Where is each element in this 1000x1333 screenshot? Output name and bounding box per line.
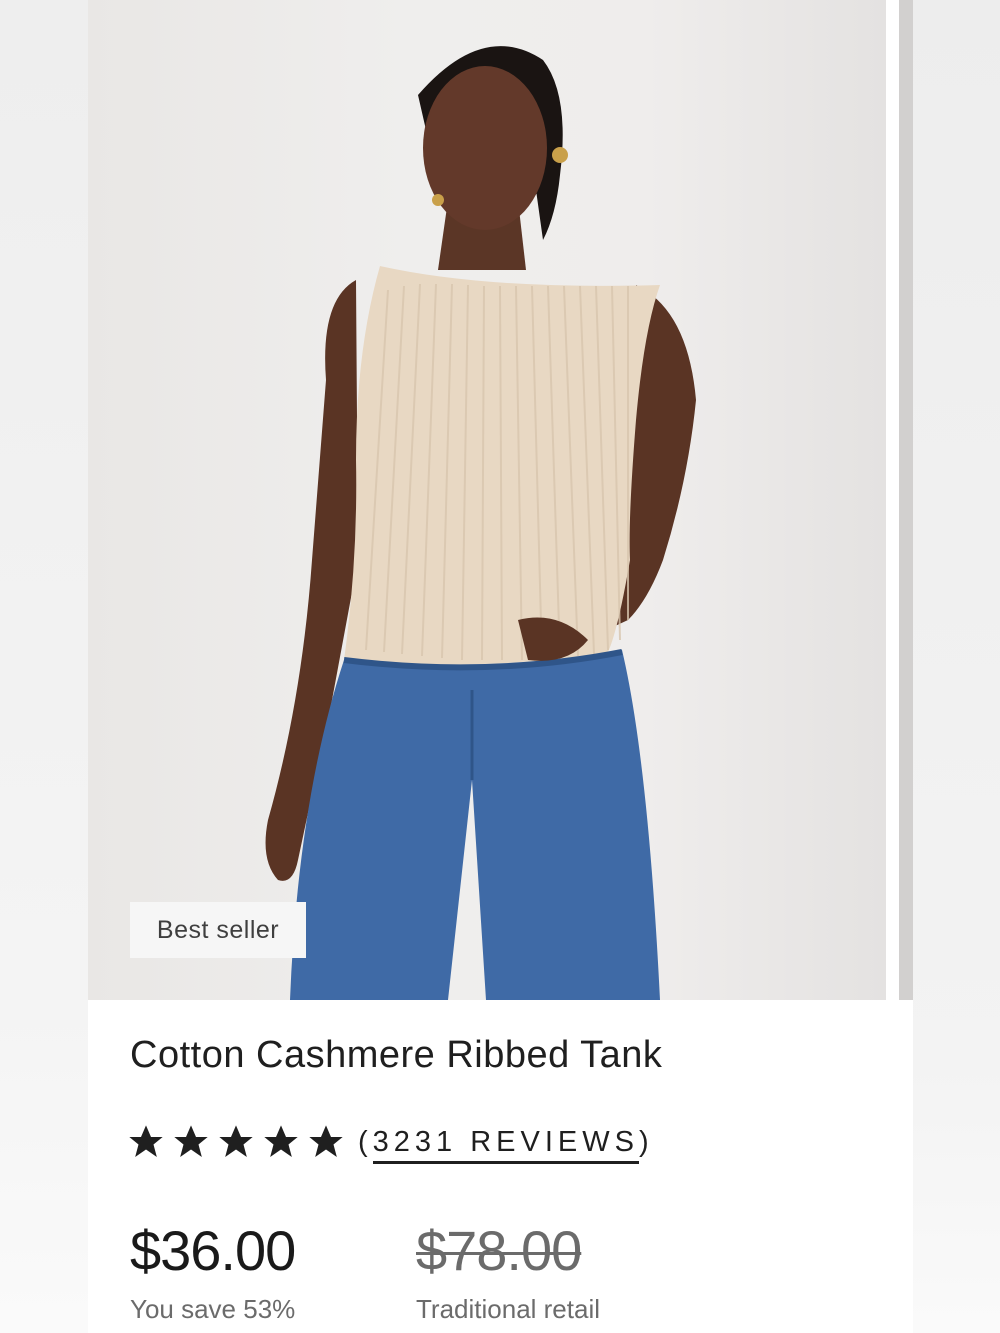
product-image[interactable] [88,0,886,1000]
savings-label: You save 53% [130,1294,296,1324]
model-illustration [265,46,696,1000]
reviews-link[interactable]: (3231 REVIEWS) [358,1125,654,1164]
page-gutter-right [913,0,1000,1333]
reviews-close-paren: ) [639,1125,654,1158]
reviews-count[interactable]: 3231 REVIEWS [372,1125,639,1164]
star-icon [264,1125,298,1157]
original-price-label: Traditional retail [416,1294,601,1324]
star-icon [219,1125,253,1157]
product-title[interactable]: Cotton Cashmere Ribbed Tank [130,1034,662,1077]
best-seller-badge: Best seller [130,902,306,958]
original-price: $78.00 [416,1219,582,1282]
page-gutter-left [0,0,88,1333]
star-icon [129,1125,163,1157]
star-icon [309,1125,343,1157]
sale-price: $36.00 [130,1219,296,1282]
star-rating [126,1122,346,1162]
star-icon [174,1125,208,1157]
next-product-card-edge[interactable] [899,0,913,1000]
reviews-open-paren: ( [358,1125,373,1158]
rating-row: (3231 REVIEWS) [126,1120,654,1164]
